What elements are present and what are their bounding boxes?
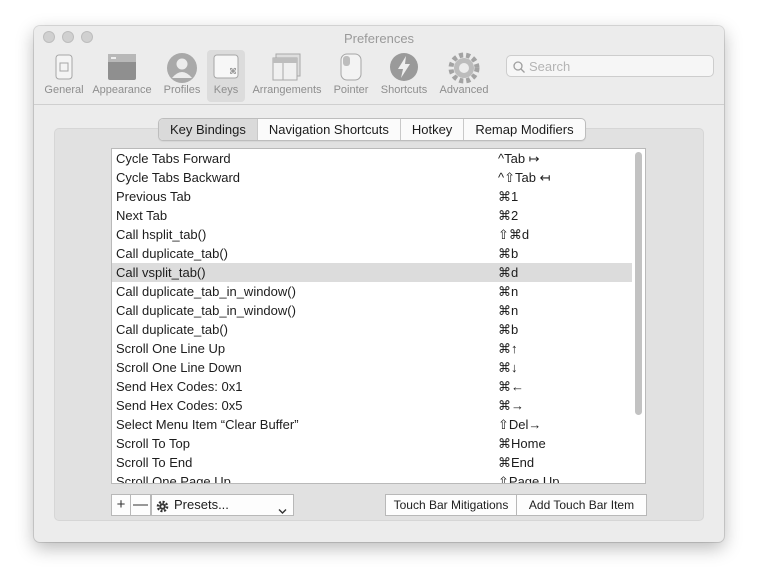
binding-shortcut: ⌘n <box>498 303 519 318</box>
table-row[interactable]: Next Tab ⌘2 <box>112 206 632 225</box>
binding-shortcut: ⇧Del→ <box>498 417 542 432</box>
binding-action: Call hsplit_tab() <box>116 227 207 242</box>
binding-shortcut: ⌘↓ <box>498 360 518 375</box>
binding-action: Call duplicate_tab() <box>116 246 229 261</box>
binding-shortcut: ⇧⌘d <box>498 227 530 242</box>
binding-shortcut: ^⇧Tab ↤ <box>498 170 551 185</box>
appearance-icon <box>107 52 137 87</box>
binding-action: Cycle Tabs Forward <box>116 151 231 166</box>
toolbar-general[interactable]: General <box>34 50 94 102</box>
toolbar-arrangements[interactable]: Arrangements <box>249 50 325 102</box>
add-touch-bar-item-button[interactable]: Add Touch Bar Item <box>516 494 647 516</box>
table-row[interactable]: Call duplicate_tab() ⌘b <box>112 320 632 339</box>
table-row[interactable]: Scroll One Line Up ⌘↑ <box>112 339 632 358</box>
binding-action: Call duplicate_tab_in_window() <box>116 284 296 299</box>
preferences-window: Preferences General Appearance Profiles … <box>34 26 724 542</box>
toolbar-label: General <box>44 84 84 96</box>
binding-action: Cycle Tabs Backward <box>116 170 241 185</box>
table-row[interactable]: Send Hex Codes: 0x5 ⌘→ <box>112 396 632 415</box>
binding-action: Scroll One Line Up <box>116 341 226 356</box>
presets-label: Presets... <box>174 497 229 512</box>
table-row[interactable]: Scroll To Top ⌘Home <box>112 434 632 453</box>
pointer-icon <box>337 52 365 87</box>
arrangements-icon <box>271 52 303 87</box>
binding-shortcut: ⌘b <box>498 322 519 337</box>
binding-action: Scroll To End <box>116 455 193 470</box>
binding-shortcut: ^Tab ↦ <box>498 151 540 166</box>
binding-shortcut: ⌘→ <box>498 398 524 413</box>
binding-shortcut: ⌘b <box>498 246 519 261</box>
table-row[interactable]: Cycle Tabs Backward ^⇧Tab ↤ <box>112 168 632 187</box>
binding-shortcut: ⌘Home <box>498 436 546 451</box>
toolbar-label: Keys <box>213 84 239 96</box>
binding-action: Next Tab <box>116 208 168 223</box>
binding-shortcut: ⌘↑ <box>498 341 518 356</box>
tab-navigation-shortcuts[interactable]: Navigation Shortcuts <box>256 119 400 140</box>
toolbar-shortcuts[interactable]: Shortcuts <box>377 50 431 102</box>
table-row[interactable]: Call duplicate_tab() ⌘b <box>112 244 632 263</box>
key-bindings-list[interactable]: Cycle Tabs Forward ^Tab ↦ Cycle Tabs Bac… <box>111 148 646 484</box>
touch-bar-mitigations-button[interactable]: Touch Bar Mitigations <box>385 494 517 516</box>
add-binding-button[interactable]: + <box>111 494 131 516</box>
toolbar: Preferences General Appearance Profiles … <box>34 26 724 105</box>
binding-shortcut: ⌘2 <box>498 208 519 223</box>
table-row[interactable]: Cycle Tabs Forward ^Tab ↦ <box>112 149 632 168</box>
binding-action: Send Hex Codes: 0x1 <box>116 379 243 394</box>
binding-action: Call vsplit_tab() <box>116 265 206 280</box>
toolbar-keys[interactable]: ⌘ Keys <box>207 50 245 102</box>
table-row[interactable]: Call duplicate_tab_in_window() ⌘n <box>112 301 632 320</box>
binding-action: Select Menu Item “Clear Buffer” <box>116 417 299 432</box>
toolbar-label: Pointer <box>333 84 369 96</box>
table-row[interactable]: Call duplicate_tab_in_window() ⌘n <box>112 282 632 301</box>
table-row[interactable]: Send Hex Codes: 0x1 ⌘← <box>112 377 632 396</box>
binding-action: Scroll To Top <box>116 436 190 451</box>
toolbar-label: Shortcuts <box>380 84 428 96</box>
table-row[interactable]: Previous Tab ⌘1 <box>112 187 632 206</box>
keys-icon: ⌘ <box>212 52 240 85</box>
table-row[interactable]: Select Menu Item “Clear Buffer” ⇧Del→ <box>112 415 632 434</box>
binding-action: Call duplicate_tab_in_window() <box>116 303 296 318</box>
table-row[interactable]: Call hsplit_tab() ⇧⌘d <box>112 225 632 244</box>
toolbar-advanced[interactable]: Advanced <box>434 50 494 102</box>
search-input[interactable] <box>529 57 709 75</box>
remove-binding-button[interactable]: — <box>131 494 151 516</box>
binding-action: Send Hex Codes: 0x5 <box>116 398 243 413</box>
toolbar-appearance[interactable]: Appearance <box>92 50 152 102</box>
binding-action: Previous Tab <box>116 189 191 204</box>
toolbar-label: Advanced <box>439 84 489 96</box>
list-scrollbar[interactable] <box>635 152 642 415</box>
table-row[interactable]: Scroll To End ⌘End <box>112 453 632 472</box>
binding-shortcut: ⌘← <box>498 379 524 394</box>
tab-key-bindings[interactable]: Key Bindings <box>159 119 257 140</box>
toolbar-pointer[interactable]: Pointer <box>326 50 376 102</box>
general-icon <box>49 52 79 87</box>
toolbar-profiles[interactable]: Profiles <box>152 50 212 102</box>
binding-action: Scroll One Page Up <box>116 474 231 484</box>
binding-action: Call duplicate_tab() <box>116 322 229 337</box>
search-field[interactable] <box>506 55 714 77</box>
binding-shortcut: ⌘End <box>498 455 535 470</box>
tab-remap-modifiers[interactable]: Remap Modifiers <box>463 119 584 140</box>
presets-dropdown[interactable]: Presets... <box>151 494 294 516</box>
tab-bar: Key Bindings Navigation Shortcuts Hotkey… <box>158 118 586 141</box>
gear-icon <box>156 499 169 519</box>
toolbar-label: Appearance <box>92 84 152 96</box>
table-row-selected[interactable]: Call vsplit_tab() ⌘d <box>112 263 632 282</box>
window-title: Preferences <box>343 31 415 46</box>
toolbar-label: Arrangements <box>252 84 322 96</box>
shortcuts-icon <box>389 52 419 87</box>
search-icon <box>513 60 525 78</box>
binding-shortcut: ⌘1 <box>498 189 519 204</box>
table-row[interactable]: Scroll One Line Down ⌘↓ <box>112 358 632 377</box>
toolbar-label: Profiles <box>163 84 201 96</box>
binding-shortcut: ⌘d <box>498 265 519 280</box>
add-remove-control: + — <box>111 494 151 516</box>
tab-hotkey[interactable]: Hotkey <box>399 119 463 140</box>
binding-shortcut: ⇧Page Up <box>498 474 560 484</box>
chevron-down-icon <box>278 501 287 521</box>
svg-text:⌘: ⌘ <box>229 67 237 76</box>
table-row[interactable]: Scroll One Page Up ⇧Page Up <box>112 472 632 484</box>
binding-action: Scroll One Line Down <box>116 360 242 375</box>
binding-shortcut: ⌘n <box>498 284 519 299</box>
